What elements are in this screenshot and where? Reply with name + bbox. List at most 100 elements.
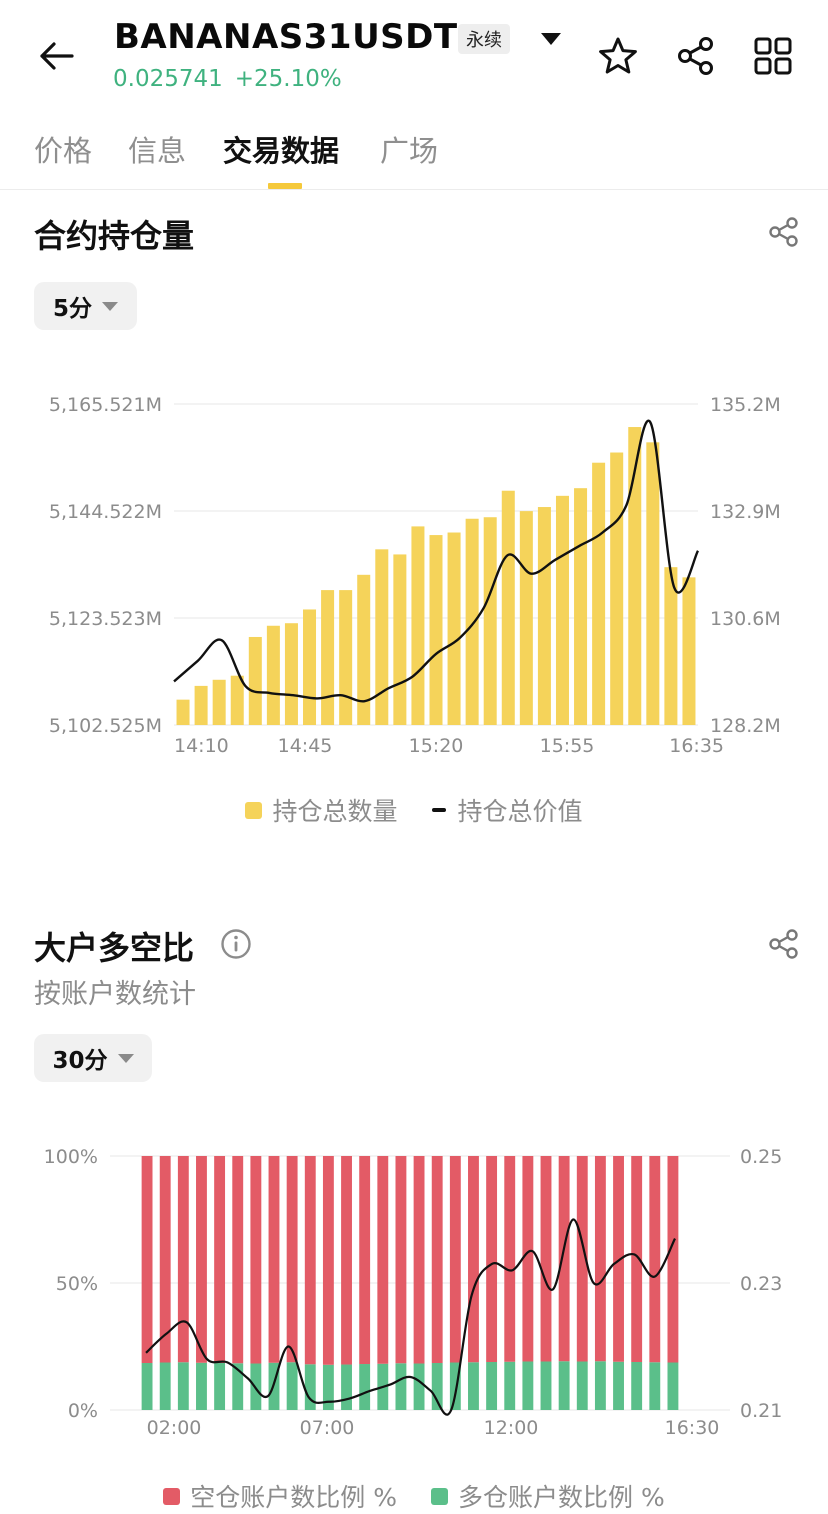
interval-label: 5分 xyxy=(52,296,92,322)
legend-label: 多仓账户数比例 % xyxy=(458,1483,665,1512)
tab-trading-data[interactable]: 交易数据 xyxy=(223,128,339,170)
short-ratio-bar xyxy=(232,1156,244,1364)
open-interest-legend: 持仓总数量 持仓总价值 xyxy=(0,792,828,828)
open-interest-bar xyxy=(501,490,515,725)
back-button[interactable] xyxy=(30,30,82,82)
open-interest-bar xyxy=(465,518,479,725)
open-interest-bar xyxy=(610,452,624,725)
share-icon xyxy=(769,929,798,959)
price-row: 0.025741 +25.10% xyxy=(113,66,342,92)
legend-item-long-ratio[interactable]: 多仓账户数比例 % xyxy=(431,1478,665,1514)
short-ratio-bar xyxy=(468,1156,479,1363)
legend-item-short-ratio[interactable]: 空仓账户数比例 % xyxy=(163,1478,397,1514)
caret-down-icon xyxy=(117,1053,134,1063)
star-icon xyxy=(599,37,637,74)
tab-price[interactable]: 价格 xyxy=(34,128,92,170)
long-ratio-bar xyxy=(159,1362,171,1410)
short-ratio-bar xyxy=(268,1156,280,1363)
symbol-switch-button[interactable] xyxy=(533,22,569,56)
left-axis-tick: 0% xyxy=(68,1400,98,1422)
x-axis-tick: 02:00 xyxy=(147,1417,202,1439)
left-axis-tick: 5,102.525M xyxy=(49,715,162,737)
open-interest-bar xyxy=(212,679,226,725)
legend-swatch-yellow xyxy=(245,801,263,819)
symbol-title[interactable]: BANANAS31USDT xyxy=(114,17,458,57)
short-ratio-bar xyxy=(377,1156,389,1364)
legend-line-black xyxy=(431,808,446,812)
long-ratio-bar xyxy=(486,1361,498,1410)
long-short-title: 大户多空比 xyxy=(34,929,195,967)
open-interest-share-button[interactable] xyxy=(764,212,804,252)
long-short-share-button[interactable] xyxy=(764,924,804,964)
dropdown-triangle-icon xyxy=(541,33,561,45)
long-ratio-bar xyxy=(286,1362,298,1410)
tab-square[interactable]: 广场 xyxy=(380,128,438,170)
long-ratio-bar xyxy=(468,1362,479,1410)
long-ratio-bar xyxy=(576,1361,588,1410)
share-button[interactable] xyxy=(672,32,720,80)
left-axis-tick: 5,165.521M xyxy=(49,394,162,416)
short-ratio-bar xyxy=(558,1156,570,1362)
open-interest-bar xyxy=(411,526,425,725)
tab-info[interactable]: 信息 xyxy=(128,128,186,170)
legend-swatch-green xyxy=(431,1487,448,1505)
short-ratio-bar xyxy=(594,1156,606,1362)
right-axis-tick: 128.2M xyxy=(710,715,781,737)
open-interest-chart: 5,165.521M 5,144.522M 5,123.523M 5,102.525M… xyxy=(49,394,781,757)
right-axis-tick: 0.21 xyxy=(740,1400,782,1422)
x-axis-tick: 12:00 xyxy=(484,1417,539,1439)
long-short-interval-select[interactable]: 30分 xyxy=(34,1034,152,1082)
contract-type-badge: 永续 xyxy=(458,24,510,54)
long-ratio-bar xyxy=(214,1363,226,1410)
short-ratio-bar xyxy=(540,1156,552,1362)
open-interest-bar xyxy=(483,517,497,725)
back-arrow-icon xyxy=(40,42,74,70)
open-interest-bar xyxy=(682,577,696,725)
short-ratio-bar xyxy=(322,1156,334,1365)
open-interest-bar xyxy=(284,623,298,725)
open-interest-bar xyxy=(393,554,407,725)
left-axis-tick: 100% xyxy=(44,1146,98,1168)
open-interest-bar xyxy=(519,511,533,725)
more-grid-button[interactable] xyxy=(749,32,797,80)
legend-label: 空仓账户数比例 % xyxy=(190,1483,397,1512)
info-icon xyxy=(221,929,251,959)
long-ratio-bar xyxy=(558,1361,570,1410)
favorite-button[interactable] xyxy=(594,32,642,80)
long-short-legend: 空仓账户数比例 % 多仓账户数比例 % xyxy=(0,1478,828,1514)
tabs-divider xyxy=(0,189,828,190)
change-percent: +25.10% xyxy=(234,66,342,92)
long-short-subtitle: 按账户数统计 xyxy=(34,979,196,1010)
open-interest-bar xyxy=(321,590,335,725)
interval-label: 30分 xyxy=(52,1048,108,1074)
x-axis-tick: 14:45 xyxy=(278,735,333,757)
long-ratio-bar xyxy=(649,1362,661,1410)
open-interest-bar xyxy=(555,495,569,725)
long-ratio-bar xyxy=(613,1361,624,1410)
long-ratio-bar xyxy=(594,1361,606,1410)
open-interest-bar xyxy=(266,625,280,725)
right-axis-tick: 135.2M xyxy=(710,394,781,416)
open-interest-bar xyxy=(537,507,551,725)
legend-label: 持仓总价值 xyxy=(457,797,583,826)
open-interest-bar xyxy=(429,535,443,725)
legend-item-total-quantity[interactable]: 持仓总数量 xyxy=(245,792,398,828)
right-axis-tick: 0.23 xyxy=(740,1273,782,1295)
open-interest-bar xyxy=(646,442,660,725)
right-axis-tick: 130.6M xyxy=(710,608,781,630)
caret-down-icon xyxy=(102,301,118,311)
open-interest-interval-select[interactable]: 5分 xyxy=(34,282,137,330)
long-ratio-bar xyxy=(395,1363,407,1410)
long-ratio-bar xyxy=(359,1364,371,1410)
legend-item-total-value[interactable]: 持仓总价值 xyxy=(431,792,583,828)
short-ratio-bar xyxy=(214,1156,226,1364)
short-ratio-bar xyxy=(413,1156,425,1364)
long-ratio-bar xyxy=(522,1361,534,1410)
x-axis-tick: 16:35 xyxy=(669,735,724,757)
short-ratio-bar xyxy=(341,1156,352,1365)
long-ratio-bar xyxy=(177,1362,189,1410)
long-ratio-bar xyxy=(341,1364,352,1410)
info-button[interactable] xyxy=(218,926,254,962)
long-short-chart: 100% 50% 0% 0.25 0.23 0.21 02:00 07:00 12:00 16:3… xyxy=(44,1146,783,1439)
left-axis-tick: 50% xyxy=(56,1273,98,1295)
